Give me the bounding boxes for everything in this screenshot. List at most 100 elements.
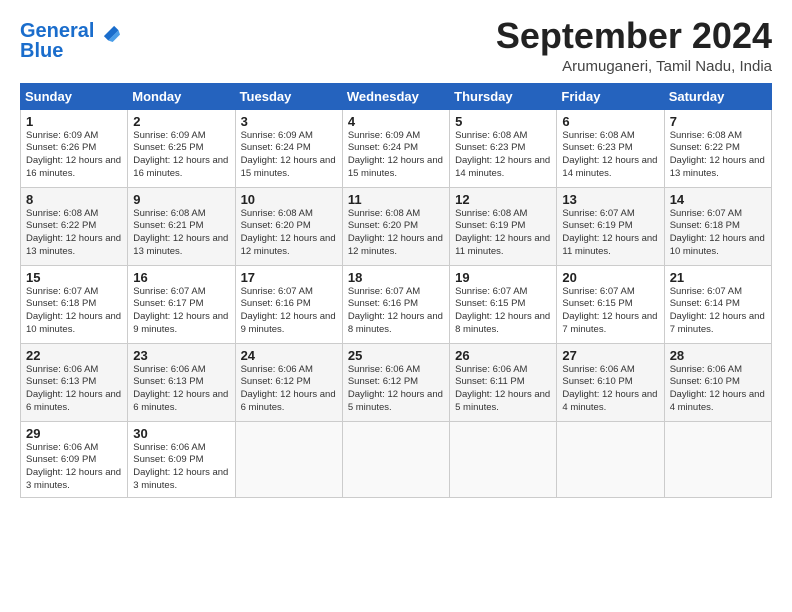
- day-info: Sunrise: 6:07 AM Sunset: 6:16 PM Dayligh…: [241, 286, 337, 337]
- day-info: Sunrise: 6:07 AM Sunset: 6:18 PM Dayligh…: [670, 208, 766, 259]
- table-cell: 13 Sunrise: 6:07 AM Sunset: 6:19 PM Dayl…: [557, 187, 664, 265]
- table-cell: 8 Sunrise: 6:08 AM Sunset: 6:22 PM Dayli…: [21, 187, 128, 265]
- day-number: 30: [133, 426, 229, 441]
- header: General Blue September 2024 Arumuganeri,…: [20, 16, 772, 75]
- day-number: 18: [348, 270, 444, 285]
- day-info: Sunrise: 6:07 AM Sunset: 6:17 PM Dayligh…: [133, 286, 229, 337]
- day-number: 27: [562, 348, 658, 363]
- table-cell: 16 Sunrise: 6:07 AM Sunset: 6:17 PM Dayl…: [128, 265, 235, 343]
- day-info: Sunrise: 6:08 AM Sunset: 6:19 PM Dayligh…: [455, 208, 551, 259]
- table-cell: [342, 421, 449, 497]
- table-cell: 1 Sunrise: 6:09 AM Sunset: 6:26 PM Dayli…: [21, 109, 128, 187]
- table-cell: 28 Sunrise: 6:06 AM Sunset: 6:10 PM Dayl…: [664, 343, 771, 421]
- table-cell: [557, 421, 664, 497]
- day-info: Sunrise: 6:06 AM Sunset: 6:10 PM Dayligh…: [562, 364, 658, 415]
- day-number: 7: [670, 114, 766, 129]
- table-cell: 27 Sunrise: 6:06 AM Sunset: 6:10 PM Dayl…: [557, 343, 664, 421]
- day-number: 3: [241, 114, 337, 129]
- day-info: Sunrise: 6:09 AM Sunset: 6:24 PM Dayligh…: [348, 130, 444, 181]
- logo-text: General: [20, 20, 94, 42]
- location-subtitle: Arumuganeri, Tamil Nadu, India: [496, 58, 772, 75]
- table-cell: 29 Sunrise: 6:06 AM Sunset: 6:09 PM Dayl…: [21, 421, 128, 497]
- day-number: 9: [133, 192, 229, 207]
- logo-line2: Blue: [20, 42, 120, 60]
- day-info: Sunrise: 6:09 AM Sunset: 6:24 PM Dayligh…: [241, 130, 337, 181]
- day-info: Sunrise: 6:06 AM Sunset: 6:11 PM Dayligh…: [455, 364, 551, 415]
- table-cell: 14 Sunrise: 6:07 AM Sunset: 6:18 PM Dayl…: [664, 187, 771, 265]
- day-info: Sunrise: 6:09 AM Sunset: 6:26 PM Dayligh…: [26, 130, 122, 181]
- day-info: Sunrise: 6:06 AM Sunset: 6:09 PM Dayligh…: [133, 442, 229, 493]
- day-number: 4: [348, 114, 444, 129]
- day-number: 22: [26, 348, 122, 363]
- table-cell: 3 Sunrise: 6:09 AM Sunset: 6:24 PM Dayli…: [235, 109, 342, 187]
- day-number: 14: [670, 192, 766, 207]
- day-info: Sunrise: 6:06 AM Sunset: 6:13 PM Dayligh…: [133, 364, 229, 415]
- table-cell: 17 Sunrise: 6:07 AM Sunset: 6:16 PM Dayl…: [235, 265, 342, 343]
- day-info: Sunrise: 6:06 AM Sunset: 6:13 PM Dayligh…: [26, 364, 122, 415]
- day-info: Sunrise: 6:06 AM Sunset: 6:09 PM Dayligh…: [26, 442, 122, 493]
- table-cell: 18 Sunrise: 6:07 AM Sunset: 6:16 PM Dayl…: [342, 265, 449, 343]
- day-info: Sunrise: 6:08 AM Sunset: 6:22 PM Dayligh…: [26, 208, 122, 259]
- day-number: 20: [562, 270, 658, 285]
- day-number: 13: [562, 192, 658, 207]
- table-cell: 2 Sunrise: 6:09 AM Sunset: 6:25 PM Dayli…: [128, 109, 235, 187]
- day-number: 21: [670, 270, 766, 285]
- day-info: Sunrise: 6:08 AM Sunset: 6:23 PM Dayligh…: [562, 130, 658, 181]
- header-monday: Monday: [128, 83, 235, 109]
- day-info: Sunrise: 6:08 AM Sunset: 6:21 PM Dayligh…: [133, 208, 229, 259]
- day-number: 17: [241, 270, 337, 285]
- day-info: Sunrise: 6:06 AM Sunset: 6:12 PM Dayligh…: [241, 364, 337, 415]
- header-saturday: Saturday: [664, 83, 771, 109]
- calendar-body: 1 Sunrise: 6:09 AM Sunset: 6:26 PM Dayli…: [21, 109, 772, 497]
- table-cell: 24 Sunrise: 6:06 AM Sunset: 6:12 PM Dayl…: [235, 343, 342, 421]
- day-number: 6: [562, 114, 658, 129]
- table-cell: [664, 421, 771, 497]
- day-info: Sunrise: 6:07 AM Sunset: 6:19 PM Dayligh…: [562, 208, 658, 259]
- day-number: 19: [455, 270, 551, 285]
- header-friday: Friday: [557, 83, 664, 109]
- table-cell: 23 Sunrise: 6:06 AM Sunset: 6:13 PM Dayl…: [128, 343, 235, 421]
- table-cell: 9 Sunrise: 6:08 AM Sunset: 6:21 PM Dayli…: [128, 187, 235, 265]
- month-title: September 2024: [496, 16, 772, 56]
- day-number: 16: [133, 270, 229, 285]
- table-cell: 12 Sunrise: 6:08 AM Sunset: 6:19 PM Dayl…: [450, 187, 557, 265]
- table-cell: 15 Sunrise: 6:07 AM Sunset: 6:18 PM Dayl…: [21, 265, 128, 343]
- day-number: 23: [133, 348, 229, 363]
- day-number: 26: [455, 348, 551, 363]
- day-number: 1: [26, 114, 122, 129]
- day-info: Sunrise: 6:08 AM Sunset: 6:22 PM Dayligh…: [670, 130, 766, 181]
- header-thursday: Thursday: [450, 83, 557, 109]
- header-tuesday: Tuesday: [235, 83, 342, 109]
- table-cell: 10 Sunrise: 6:08 AM Sunset: 6:20 PM Dayl…: [235, 187, 342, 265]
- calendar-table: Sunday Monday Tuesday Wednesday Thursday…: [20, 83, 772, 498]
- table-cell: 6 Sunrise: 6:08 AM Sunset: 6:23 PM Dayli…: [557, 109, 664, 187]
- title-block: September 2024 Arumuganeri, Tamil Nadu, …: [496, 16, 772, 75]
- table-cell: [450, 421, 557, 497]
- table-cell: 25 Sunrise: 6:06 AM Sunset: 6:12 PM Dayl…: [342, 343, 449, 421]
- table-cell: 30 Sunrise: 6:06 AM Sunset: 6:09 PM Dayl…: [128, 421, 235, 497]
- day-info: Sunrise: 6:07 AM Sunset: 6:14 PM Dayligh…: [670, 286, 766, 337]
- table-cell: 4 Sunrise: 6:09 AM Sunset: 6:24 PM Dayli…: [342, 109, 449, 187]
- table-cell: [235, 421, 342, 497]
- table-cell: 22 Sunrise: 6:06 AM Sunset: 6:13 PM Dayl…: [21, 343, 128, 421]
- logo-icon: [98, 20, 120, 42]
- day-info: Sunrise: 6:07 AM Sunset: 6:15 PM Dayligh…: [455, 286, 551, 337]
- header-wednesday: Wednesday: [342, 83, 449, 109]
- calendar-header-row: Sunday Monday Tuesday Wednesday Thursday…: [21, 83, 772, 109]
- day-number: 28: [670, 348, 766, 363]
- day-number: 11: [348, 192, 444, 207]
- day-info: Sunrise: 6:06 AM Sunset: 6:12 PM Dayligh…: [348, 364, 444, 415]
- day-info: Sunrise: 6:09 AM Sunset: 6:25 PM Dayligh…: [133, 130, 229, 181]
- table-cell: 5 Sunrise: 6:08 AM Sunset: 6:23 PM Dayli…: [450, 109, 557, 187]
- day-number: 8: [26, 192, 122, 207]
- day-number: 5: [455, 114, 551, 129]
- day-info: Sunrise: 6:07 AM Sunset: 6:18 PM Dayligh…: [26, 286, 122, 337]
- day-info: Sunrise: 6:06 AM Sunset: 6:10 PM Dayligh…: [670, 364, 766, 415]
- day-number: 10: [241, 192, 337, 207]
- table-cell: 19 Sunrise: 6:07 AM Sunset: 6:15 PM Dayl…: [450, 265, 557, 343]
- header-sunday: Sunday: [21, 83, 128, 109]
- table-cell: 21 Sunrise: 6:07 AM Sunset: 6:14 PM Dayl…: [664, 265, 771, 343]
- table-cell: 11 Sunrise: 6:08 AM Sunset: 6:20 PM Dayl…: [342, 187, 449, 265]
- table-cell: 20 Sunrise: 6:07 AM Sunset: 6:15 PM Dayl…: [557, 265, 664, 343]
- page-container: General Blue September 2024 Arumuganeri,…: [0, 0, 792, 508]
